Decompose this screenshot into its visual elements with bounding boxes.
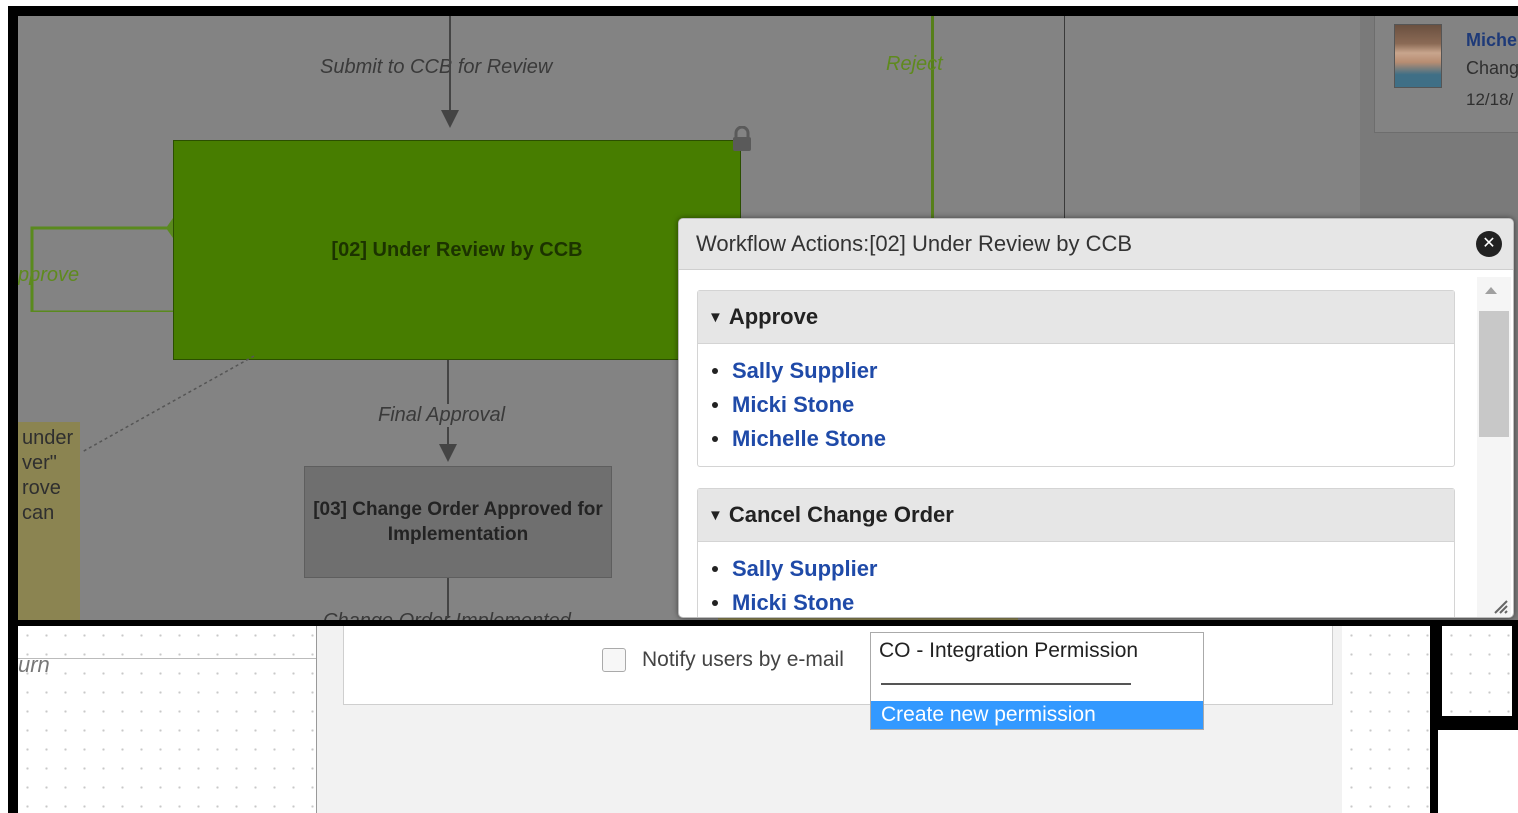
close-icon[interactable]: ✕: [1476, 231, 1502, 257]
side-panel-fragment: [1436, 626, 1518, 722]
bullet: [712, 402, 718, 408]
avatar: [1394, 24, 1442, 88]
create-permission-option[interactable]: Create new permission: [871, 701, 1203, 729]
transition-line-submit: [449, 16, 451, 112]
settings-panel: urn Notify users by e-mail CO - Integrat…: [8, 626, 1438, 813]
workflow-diagram-panel: Miche Chang 12/18/ Submit to CCB for Rev…: [8, 6, 1518, 626]
action-group-header[interactable]: ▼ Cancel Change Order: [698, 489, 1454, 542]
list-item: Micki Stone: [708, 388, 1454, 422]
transition-line-final: [447, 360, 449, 446]
user-list: Sally Supplier Micki Stone: [698, 542, 1454, 617]
transition-label-approve: pprove: [18, 264, 80, 286]
dialog-header[interactable]: Workflow Actions:[02] Under Review by CC…: [679, 219, 1513, 270]
user-list: Sally Supplier Micki Stone Michelle Ston…: [698, 344, 1454, 466]
user-link[interactable]: Sally Supplier: [732, 556, 878, 582]
workflow-actions-dialog: Workflow Actions:[02] Under Review by CC…: [678, 218, 1514, 618]
action-group-label: Cancel Change Order: [728, 502, 954, 527]
activity-action-text: Chang: [1466, 58, 1518, 78]
user-link[interactable]: Micki Stone: [732, 392, 854, 418]
action-group-label: Approve: [728, 304, 819, 329]
caret-down-icon: ▼: [708, 506, 723, 524]
user-link[interactable]: Micki Stone: [732, 590, 854, 616]
bullet: [712, 566, 718, 572]
sticky-note: under ver" rove can: [18, 422, 80, 620]
notify-label: Notify users by e-mail: [642, 648, 844, 671]
transition-label-reject: Reject: [886, 53, 943, 75]
dialog-title: Workflow Actions:[02] Under Review by CC…: [696, 231, 1133, 256]
permission-dropdown[interactable]: CO - Integration Permission Create new p…: [870, 632, 1204, 730]
diagram-divider: [1064, 16, 1065, 226]
caret-down-icon: ▼: [708, 308, 723, 326]
arrowhead-submit: [441, 110, 459, 128]
grid-canvas-left: [18, 626, 316, 813]
scrollbar-thumb[interactable]: [1479, 311, 1509, 437]
resize-grip-icon[interactable]: [1491, 597, 1509, 615]
lock-icon: [733, 126, 751, 151]
list-item: Micki Stone: [708, 586, 1454, 617]
scroll-up-icon[interactable]: [1485, 287, 1497, 294]
notify-checkbox[interactable]: [602, 648, 626, 672]
workflow-node-under-review[interactable]: [02] Under Review by CCB: [173, 140, 741, 360]
divider: [1436, 722, 1518, 730]
list-item: Michelle Stone: [708, 422, 1454, 456]
transition-loop-approve: [30, 218, 173, 312]
bullet: [712, 436, 718, 442]
bullet: [712, 600, 718, 606]
workflow-node-approved[interactable]: [03] Change Order Approved for Implement…: [304, 466, 612, 578]
action-group-cancel: ▼ Cancel Change Order Sally Supplier Mic…: [697, 488, 1455, 617]
transition-label-return: urn: [18, 652, 50, 677]
user-link[interactable]: Michelle Stone: [732, 426, 886, 452]
list-item: Sally Supplier: [708, 354, 1454, 388]
action-group-header[interactable]: ▼ Approve: [698, 291, 1454, 344]
sticky-note-line: can: [22, 502, 55, 524]
transition-label-final: Final Approval: [378, 404, 506, 427]
sticky-note-line: under: [22, 427, 74, 449]
sticky-note-line: ver": [22, 452, 57, 474]
divider: [18, 658, 316, 659]
grid-canvas-right: [1342, 626, 1430, 813]
annotation-connector: [81, 355, 255, 453]
arrowhead-final: [439, 444, 457, 462]
activity-date: 12/18/: [1466, 90, 1514, 109]
dialog-body: ▼ Approve Sally Supplier Micki Stone Mic…: [679, 270, 1471, 617]
activity-user-name[interactable]: Miche: [1466, 30, 1517, 51]
option-separator: [881, 683, 1131, 685]
transition-label-submit: Submit to CCB for Review: [320, 56, 553, 78]
bullet: [712, 368, 718, 374]
transition-label-implemented: Change Order Implemented: [323, 610, 571, 626]
action-group-approve: ▼ Approve Sally Supplier Micki Stone Mic…: [697, 290, 1455, 467]
user-link[interactable]: Sally Supplier: [732, 358, 878, 384]
permission-option[interactable]: CO - Integration Permission: [879, 639, 1138, 663]
sticky-note-line: rove: [22, 477, 61, 499]
transition-line-reject: [931, 16, 934, 226]
list-item: Sally Supplier: [708, 552, 1454, 586]
